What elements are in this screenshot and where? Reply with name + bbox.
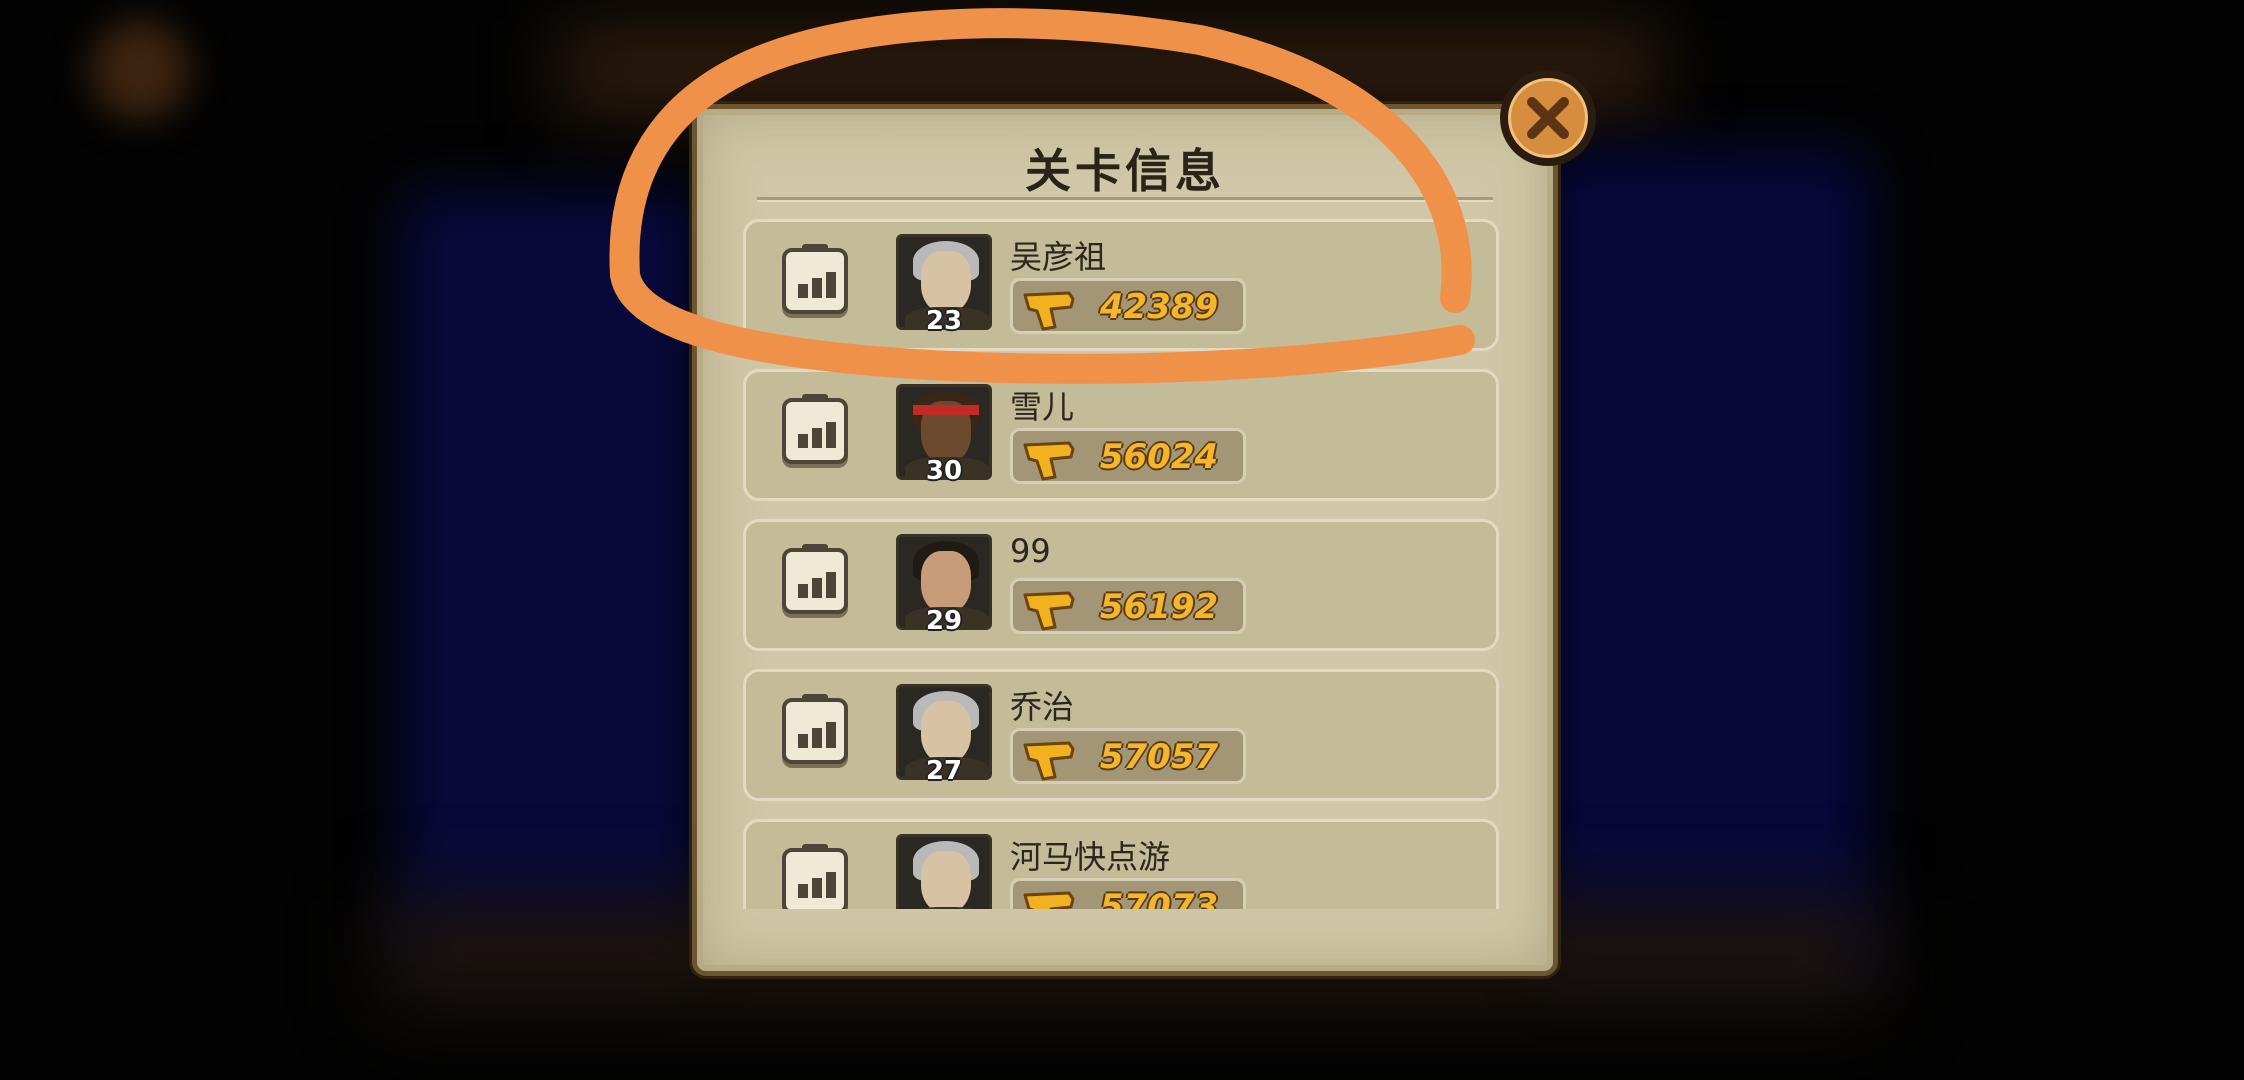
player-row[interactable]: 河马快点游 57073: [743, 819, 1499, 909]
chart-bar: [812, 278, 822, 298]
clipboard-tab: [802, 544, 828, 551]
player-level: 27: [925, 756, 963, 786]
bar-chart-icon[interactable]: [782, 694, 848, 764]
pistol-icon: [1021, 585, 1077, 631]
pistol-icon: [1021, 285, 1077, 331]
chart-bar: [826, 422, 836, 448]
pistol-icon: [1021, 735, 1077, 781]
avatar-body: [905, 907, 989, 909]
power-value: 42389: [1099, 287, 1219, 327]
clipboard-tab: [802, 694, 828, 701]
chart-bar: [798, 434, 808, 448]
avatar-face: [921, 701, 971, 763]
background-blur-right: [1540, 150, 1870, 980]
chart-bar: [812, 578, 822, 598]
close-icon: [1527, 97, 1569, 139]
player-level: 23: [925, 306, 963, 336]
close-button[interactable]: [1500, 70, 1596, 166]
player-name: 雪儿: [1010, 388, 1075, 426]
avatar-face: [921, 851, 971, 909]
player-name: 吴彦祖: [1010, 238, 1107, 276]
player-list[interactable]: 23 吴彦祖 42389 30 雪儿 56024 29 99 56192 27 乔治 57057 河马快…: [743, 219, 1499, 909]
avatar-face: [921, 251, 971, 313]
avatar-headband: [913, 405, 979, 415]
power-value: 56024: [1099, 437, 1219, 477]
player-level: 30: [925, 456, 963, 486]
power-value: 57057: [1099, 737, 1219, 777]
power-value: 56192: [1099, 587, 1219, 627]
pistol-icon: [1021, 885, 1077, 909]
power-badge: 57057: [1010, 728, 1246, 784]
chart-bar: [812, 428, 822, 448]
chart-bar: [826, 272, 836, 298]
chart-bar: [826, 572, 836, 598]
chart-bar: [798, 734, 808, 748]
avatar-face: [921, 551, 971, 613]
player-level: 29: [925, 606, 963, 636]
power-badge: 56024: [1010, 428, 1246, 484]
bar-chart-icon[interactable]: [782, 244, 848, 314]
bar-chart-icon[interactable]: [782, 544, 848, 614]
chart-bar: [812, 878, 822, 898]
level-info-dialog: 关卡信息 23 吴彦祖 42389 30 雪儿 56024 29 99 56192 27 乔治 570…: [692, 104, 1558, 976]
chart-bar: [798, 284, 808, 298]
clipboard-tab: [802, 244, 828, 251]
power-value: 57073: [1099, 887, 1219, 909]
background-blur-spot: [90, 20, 190, 120]
player-name: 99: [1010, 532, 1051, 570]
player-row[interactable]: 27 乔治 57057: [743, 669, 1499, 801]
clipboard-tab: [802, 844, 828, 851]
chart-bar: [812, 728, 822, 748]
player-row[interactable]: 29 99 56192: [743, 519, 1499, 651]
chart-bar: [826, 872, 836, 898]
avatar[interactable]: [896, 834, 992, 909]
power-badge: 56192: [1010, 578, 1246, 634]
chart-bar: [826, 722, 836, 748]
player-name: 乔治: [1010, 688, 1075, 726]
player-name: 河马快点游: [1010, 838, 1171, 876]
bar-chart-icon[interactable]: [782, 844, 848, 909]
chart-bar: [798, 884, 808, 898]
power-badge: 57073: [1010, 878, 1246, 909]
power-badge: 42389: [1010, 278, 1246, 334]
clipboard-tab: [802, 394, 828, 401]
bar-chart-icon[interactable]: [782, 394, 848, 464]
player-row[interactable]: 23 吴彦祖 42389: [743, 219, 1499, 351]
dialog-title: 关卡信息: [1025, 144, 1225, 198]
title-divider: [757, 197, 1493, 202]
background-blur-left: [400, 190, 700, 970]
player-row[interactable]: 30 雪儿 56024: [743, 369, 1499, 501]
pistol-icon: [1021, 435, 1077, 481]
chart-bar: [798, 584, 808, 598]
